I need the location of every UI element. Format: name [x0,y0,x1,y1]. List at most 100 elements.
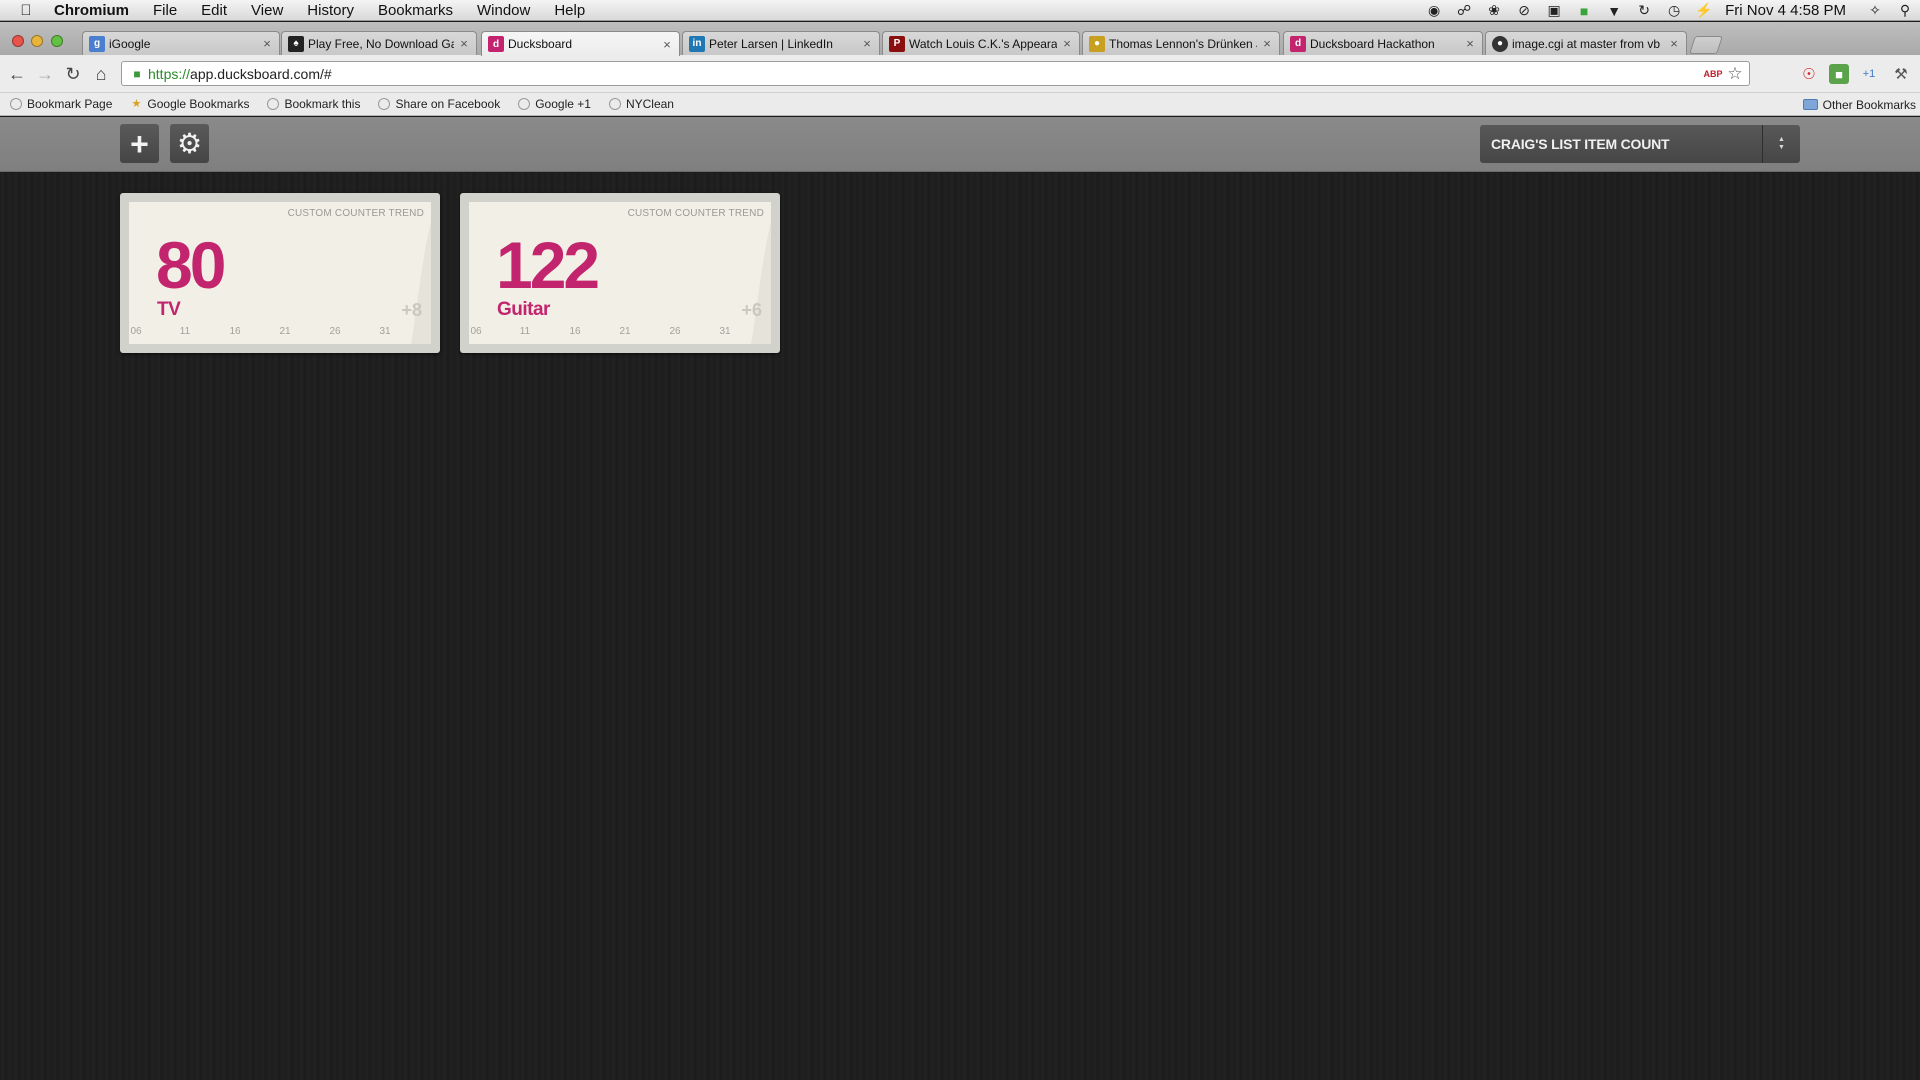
bookmark-item[interactable]: Bookmark Page [0,97,120,111]
other-bookmarks[interactable]: Other Bookmarks [1802,93,1916,116]
reload-icon[interactable]: ↻ [62,63,84,85]
tab-title: Thomas Lennon's Drünken Ju [1109,36,1257,51]
up-down-arrows-icon[interactable]: ▲ ▼ [1762,125,1800,163]
bookmark-item[interactable]: Share on Facebook [368,97,508,111]
battery-charging-icon[interactable]: ⚡ [1689,0,1719,21]
bookmark-item[interactable]: Bookmark this [257,97,368,111]
close-icon[interactable]: × [261,36,273,51]
menu-bookmarks[interactable]: Bookmarks [366,0,465,21]
google-icon: g [89,35,105,52]
bookmark-label: Google Bookmarks [147,97,250,111]
network-tray-icon[interactable]: ✧ [1860,0,1890,21]
axis-tick: 26 [329,326,341,337]
alien-tray-icon[interactable]: ◉ [1419,0,1449,21]
close-icon[interactable]: × [458,36,470,51]
close-icon[interactable]: × [661,37,673,52]
clock[interactable]: Fri Nov 4 4:58 PM [1719,2,1860,19]
trend-axis: 06 11 16 21 26 31 [129,326,390,340]
spotlight-search-icon[interactable]: ⚲ [1890,0,1920,21]
tab-title: iGoogle [109,36,151,51]
close-icon[interactable]: × [861,36,873,51]
paw-tray-icon[interactable]: ❀ [1479,0,1509,21]
tab-louis-ck[interactable]: P Watch Louis C.K.'s Appearan × [882,31,1080,55]
back-arrow-icon[interactable]: ← [6,63,28,85]
lock-icon[interactable]: ■ [126,62,148,85]
tab-linkedin[interactable]: in Peter Larsen | LinkedIn × [682,31,880,55]
tab-title: Peter Larsen | LinkedIn [709,36,833,51]
widget-type-label: CUSTOM COUNTER TREND [287,208,424,219]
axis-tick: 16 [229,326,241,337]
time-machine-icon[interactable]: ◷ [1659,0,1689,21]
globe-icon [608,98,621,110]
dashboard-selector[interactable]: CRAIG'S LIST ITEM COUNT ▲ ▼ [1480,125,1800,163]
add-widget-button[interactable]: + [120,124,159,163]
axis-tick: 31 [719,326,731,337]
evernote-extension-icon[interactable]: ■ [1829,64,1849,84]
url-scheme: https:// [148,65,191,82]
axis-tick: 21 [619,326,631,337]
counter-label: Guitar [497,299,550,320]
forward-arrow-icon[interactable]: → [34,63,56,85]
menu-help[interactable]: Help [542,0,597,21]
stop-extension-icon[interactable]: ☉ [1799,64,1819,84]
menu-window[interactable]: Window [465,0,542,21]
headphones-tray-icon[interactable]: ☍ [1449,0,1479,21]
close-icon[interactable]: × [1464,36,1476,51]
bookmark-star-icon[interactable]: ☆ [1725,64,1745,84]
tab-title: Watch Louis C.K.'s Appearan [909,36,1057,51]
new-tab-button[interactable] [1689,36,1723,54]
close-icon[interactable]: × [1061,36,1073,51]
menu-edit[interactable]: Edit [189,0,239,21]
tab-ducksboard-hackathon[interactable]: d Ducksboard Hackathon × [1283,31,1483,55]
menu-app-name[interactable]: Chromium [52,0,141,21]
bookmarks-bar: Bookmark Page ★ Google Bookmarks Bookmark… [0,93,1920,116]
menu-file[interactable]: File [141,0,189,21]
tab-igoogle[interactable]: g iGoogle × [82,31,280,55]
bookmark-item[interactable]: ★ Google Bookmarks [120,97,257,111]
window-zoom-button[interactable] [51,35,63,47]
axis-tick: 06 [470,326,482,337]
close-icon[interactable]: × [1668,36,1680,51]
adblock-icon[interactable]: ABP [1703,64,1723,84]
tab-github[interactable]: ● image.cgi at master from vb × [1485,31,1687,55]
axis-tick: 06 [130,326,142,337]
menu-view[interactable]: View [239,0,295,21]
widget-guitar[interactable]: CUSTOM COUNTER TREND 122 Guitar +6 06 11… [460,193,780,353]
globe-icon [518,98,531,110]
globe-icon [378,98,391,110]
sync-icon[interactable]: ↻ [1629,0,1659,21]
tab-title: image.cgi at master from vb [1512,36,1661,51]
gear-icon[interactable]: ⚙ [170,124,209,163]
apple-menu-icon[interactable]:  [0,2,52,19]
counter-delta: +6 [741,300,762,320]
window-close-button[interactable] [12,35,24,47]
no-entry-tray-icon[interactable]: ⊘ [1509,0,1539,21]
tab-ducksboard[interactable]: d Ducksboard × [481,31,680,56]
wifi-icon[interactable]: ▼ [1599,0,1629,21]
bookmark-label: Bookmark this [284,97,361,111]
axis-tick: 16 [569,326,581,337]
url-host: app.ducksboard.com/# [190,65,332,82]
chat-tray-icon[interactable]: ▣ [1539,0,1569,21]
address-bar[interactable]: ■ https://app.ducksboard.com/# ABP ☆ [121,61,1750,86]
wrench-icon[interactable]: ⚒ [1891,64,1911,84]
menu-history[interactable]: History [295,0,366,21]
widget-tv[interactable]: CUSTOM COUNTER TREND 80 TV +8 06 11 16 2… [120,193,440,353]
tab-thomas-lennon[interactable]: ● Thomas Lennon's Drünken Ju × [1082,31,1280,55]
tab-play-free[interactable]: ♠ Play Free, No Download Gam × [281,31,477,55]
game-icon: ♠ [288,35,304,52]
bookmark-item[interactable]: NYClean [599,97,682,111]
dashboard-name: CRAIG'S LIST ITEM COUNT [1491,136,1670,152]
close-icon[interactable]: × [1261,36,1273,51]
ducksboard-icon: d [1290,35,1306,52]
window-minimize-button[interactable] [31,35,43,47]
url-text[interactable]: https://app.ducksboard.com/# [148,66,332,82]
home-icon[interactable]: ⌂ [90,63,112,85]
bookmark-label: Google +1 [535,97,591,111]
plus-one-extension-icon[interactable]: +1 [1859,64,1879,84]
globe-icon [267,98,280,110]
evernote-tray-icon[interactable]: ■ [1569,0,1599,21]
browser-toolbar: ← → ↻ ⌂ ■ https://app.ducksboard.com/# A… [0,55,1920,93]
dashboard-header: + ⚙ CRAIG'S LIST ITEM COUNT ▲ ▼ [0,117,1920,172]
bookmark-item[interactable]: Google +1 [508,97,599,111]
